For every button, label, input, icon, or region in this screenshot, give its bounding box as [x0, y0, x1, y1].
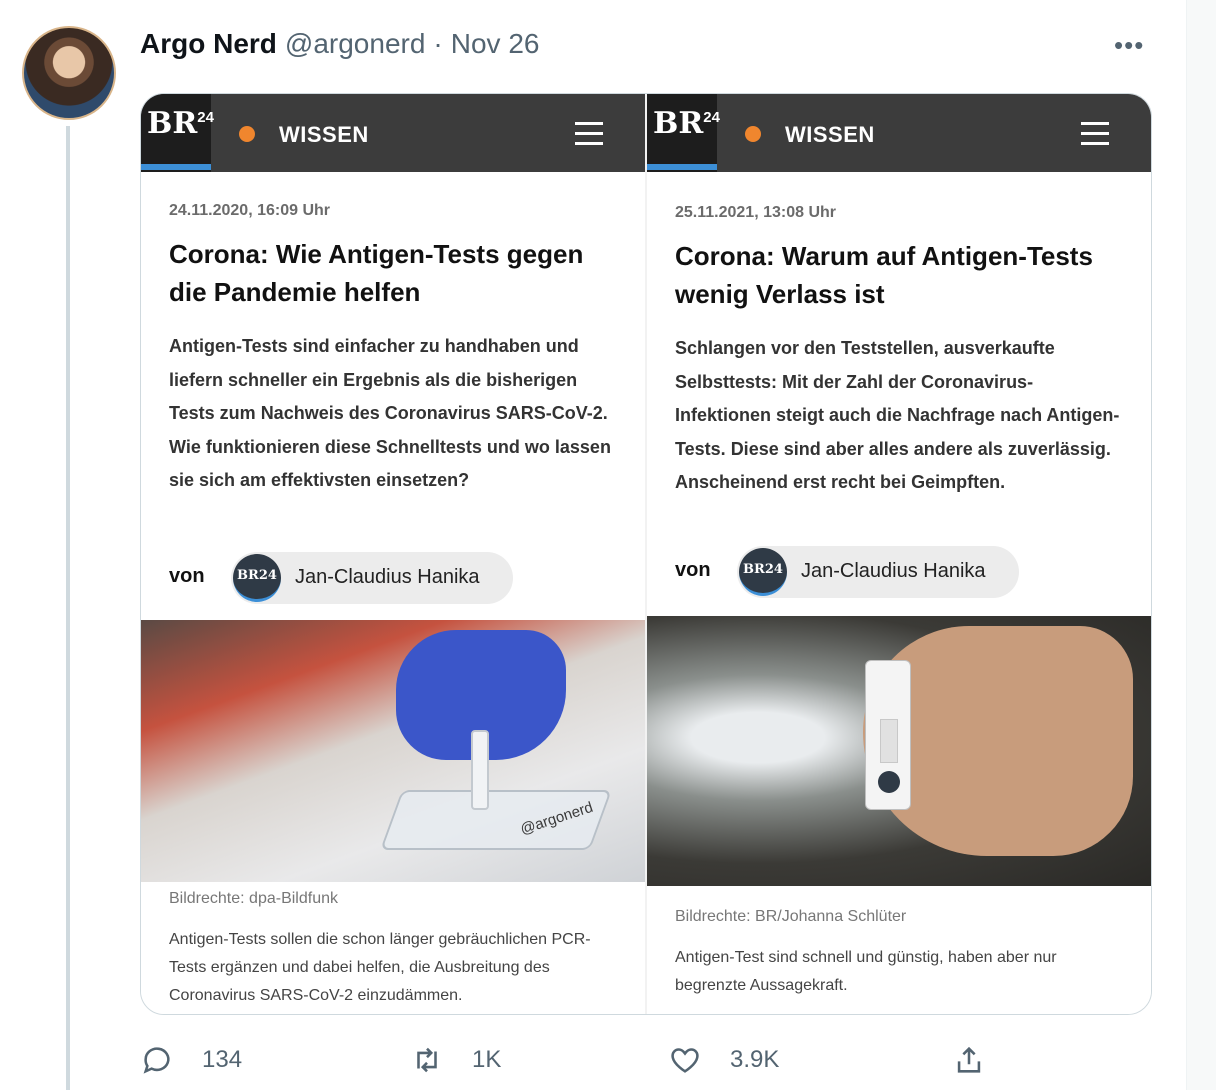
br24-logo: BR24: [647, 94, 720, 172]
author-chip: BR24 Jan-Claudius Hanika: [737, 546, 1019, 598]
live-dot-icon: [745, 126, 761, 142]
article-title: Corona: Wie Antigen-Tests gegen die Pand…: [169, 239, 584, 307]
image-caption: Antigen-Test sind schnell und günstig, h…: [675, 949, 1057, 994]
logo-underline: [647, 164, 717, 170]
article-title: Corona: Warum auf Antigen-Tests wenig Ve…: [675, 241, 1093, 309]
image-caption: Antigen-Tests sollen die schon länger ge…: [169, 931, 591, 1004]
retweet-count: 1K: [472, 1046, 502, 1073]
image-credit: Bildrechte: BR/Johanna Schlüter: [675, 908, 907, 925]
article-date: 24.11.2020, 16:09 Uhr: [169, 202, 331, 219]
like-count: 3.9K: [730, 1046, 780, 1073]
hamburger-menu-icon: [1081, 122, 1109, 146]
retweet-button[interactable]: 1K: [410, 1036, 501, 1084]
reply-icon: [143, 1047, 170, 1074]
reply-count: 134: [202, 1046, 243, 1073]
thread-line: [66, 126, 70, 1090]
test-tube: [471, 730, 489, 810]
br24-header-bar: BR24 WISSEN: [141, 94, 645, 172]
author-avatar: BR24: [233, 554, 281, 602]
author-chip: BR24 Jan-Claudius Hanika: [231, 552, 513, 604]
section-label: WISSEN: [279, 122, 369, 147]
share-icon: [957, 1046, 981, 1073]
article-date: 25.11.2021, 13:08 Uhr: [675, 204, 837, 221]
reply-button[interactable]: 134: [140, 1036, 242, 1084]
live-dot-icon: [239, 126, 255, 142]
image-credit: Bildrechte: dpa-Bildfunk: [169, 890, 338, 907]
tweet-header: Argo Nerd @argonerd · Nov 26: [140, 28, 539, 62]
more-horizontal-icon[interactable]: •••: [1114, 30, 1144, 61]
author-name[interactable]: Argo Nerd: [140, 28, 277, 60]
section-label: WISSEN: [785, 122, 875, 147]
retweet-icon: [417, 1047, 437, 1073]
br24-logo: BR24: [141, 94, 214, 172]
article-lead: Antigen-Tests sind einfacher zu handhabe…: [169, 336, 611, 490]
separator: ·: [433, 28, 443, 59]
logo-underline: [141, 164, 211, 170]
tweet-actions: 134 1K 3.9K: [140, 1036, 1040, 1084]
like-button[interactable]: 3.9K: [668, 1036, 779, 1084]
hamburger-menu-icon: [575, 122, 603, 146]
page-edge: [1186, 0, 1216, 1090]
article-photo: @argonerd: [141, 620, 645, 882]
br24-header-bar: BR24 WISSEN: [647, 94, 1151, 172]
article-photo: [647, 616, 1151, 886]
article-lead: Schlangen vor den Teststellen, ausverkau…: [675, 338, 1120, 492]
media-container[interactable]: BR24 WISSEN 24.11.2020, 16:09 Uhr Corona…: [140, 93, 1152, 1015]
article-panel-left[interactable]: BR24 WISSEN 24.11.2020, 16:09 Uhr Corona…: [141, 94, 645, 1014]
author-name: Jan-Claudius Hanika: [801, 560, 986, 582]
tweet[interactable]: Argo Nerd @argonerd · Nov 26 ••• BR24 WI…: [0, 0, 1186, 1090]
article-panel-right[interactable]: BR24 WISSEN 25.11.2021, 13:08 Uhr Corona…: [647, 94, 1151, 1014]
share-button[interactable]: [952, 1036, 1014, 1084]
avatar[interactable]: [22, 26, 116, 120]
byline-von: von: [675, 559, 711, 581]
author-avatar: BR24: [739, 548, 787, 596]
tweet-date[interactable]: Nov 26: [451, 28, 540, 60]
byline-von: von: [169, 565, 205, 587]
author-handle[interactable]: @argonerd: [285, 28, 426, 60]
heart-icon: [671, 1048, 699, 1073]
antigen-test-card: [865, 660, 911, 810]
author-name: Jan-Claudius Hanika: [295, 566, 480, 588]
